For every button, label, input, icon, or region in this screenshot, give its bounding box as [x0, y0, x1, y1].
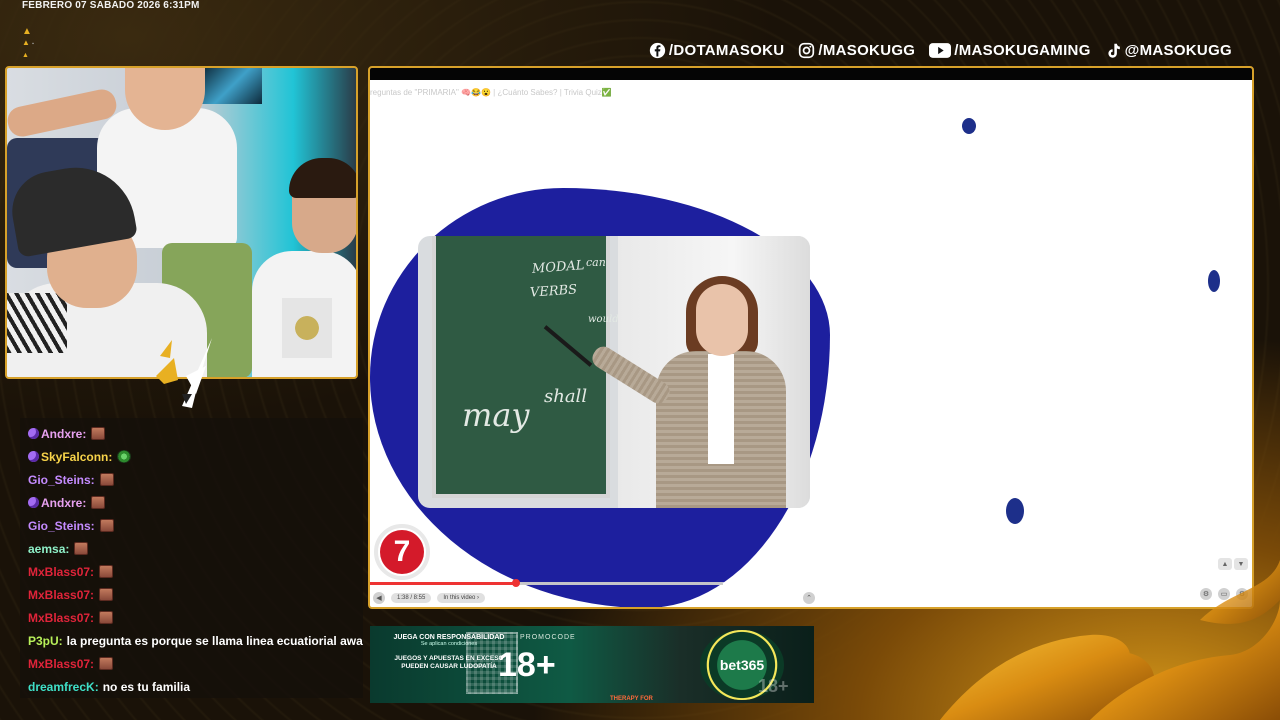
chevron-up-icon[interactable]: ⌃: [803, 592, 816, 604]
social-links: /DOTAMASOKU /MASOKUGG /MASOKUGAMING @MAS…: [649, 42, 1232, 59]
chat-panel: Andxre: SkyFalconn: Gio_Steins: Andxre: Gio_…: [20, 418, 363, 698]
video-player[interactable]: reguntas de "PRIMARIA" 🧠😂😮 | ¿Cuánto Sab…: [368, 66, 1254, 609]
instagram-icon: [798, 42, 815, 59]
teacher-photo: MODAL VERBS may shall can would: [418, 236, 810, 508]
board-word: shall: [544, 386, 588, 407]
chat-username[interactable]: Gio_Steins:: [28, 519, 95, 533]
board-word: may: [462, 396, 530, 434]
teacher-shirt: [708, 354, 734, 464]
chat-username[interactable]: MxBlass07:: [28, 588, 94, 602]
teacher-head: [696, 284, 748, 356]
ad-brand: bet365: [719, 657, 765, 673]
chat-message: SkyFalconn:: [28, 445, 355, 468]
gold-flourish-decoration: [940, 560, 1280, 720]
chat-message: aemsa:: [28, 537, 355, 560]
ad-age-limit: 18+: [498, 646, 556, 684]
ad-promo-label: PROMOCODE: [520, 634, 576, 641]
facebook-handle: /DOTAMASOKU: [668, 42, 785, 59]
chat-message: Andxre:: [28, 491, 355, 514]
chat-message: MxBlass07:: [28, 652, 355, 675]
chat-message: Gio_Steins:: [28, 514, 355, 537]
triangle-icon: ▲: [22, 26, 32, 37]
chat-username[interactable]: aemsa:: [28, 542, 69, 556]
chat-username[interactable]: MxBlass07:: [28, 611, 94, 625]
emote-icon: [117, 450, 132, 463]
question-number-badge: 7: [374, 524, 430, 580]
chat-username[interactable]: Gio_Steins:: [28, 473, 95, 487]
chat-message: Andxre:: [28, 422, 355, 445]
emote-icon: [99, 565, 114, 578]
webcam-feed: [5, 66, 358, 379]
emote-icon: [99, 588, 114, 601]
subscriber-badge-icon: [28, 428, 39, 439]
played-bar: [370, 582, 517, 585]
social-youtube[interactable]: /MASOKUGAMING: [929, 42, 1090, 59]
chalkboard: MODAL VERBS may shall can would: [432, 236, 619, 498]
instagram-handle: /MASOKUGG: [818, 42, 916, 59]
chat-message: MxBlass07:: [28, 606, 355, 629]
shirt-stripes: [7, 293, 67, 353]
youtube-handle: /MASOKUGAMING: [954, 42, 1091, 59]
ad-banner[interactable]: JUEGA CON RESPONSABILIDAD Se aplican con…: [370, 626, 814, 703]
chat-username[interactable]: dreamfrecK:: [28, 680, 99, 694]
chat-username[interactable]: P3pU:: [28, 634, 63, 648]
tiktok-handle: @MASOKUGG: [1124, 42, 1232, 59]
chat-username[interactable]: SkyFalconn:: [41, 450, 112, 464]
emote-icon: [99, 473, 114, 486]
video-title: reguntas de "PRIMARIA" 🧠😂😮 | ¿Cuánto Sab…: [370, 88, 612, 97]
child-hair: [289, 158, 356, 198]
time-display: 1:38 / 8:55: [391, 593, 432, 603]
subscriber-badge-icon: [28, 497, 39, 508]
chat-message: P3pU: la pregunta es porque se llama line…: [28, 629, 363, 652]
youtube-icon: [929, 42, 952, 59]
blue-dot-shape: [1208, 270, 1220, 292]
board-word: can: [586, 256, 606, 269]
wall-poster: [202, 68, 262, 104]
facebook-icon: [649, 42, 666, 59]
emote-icon: [99, 657, 114, 670]
triangle-icon: ▲ ▪: [22, 38, 34, 47]
in-video-label: In this video: [443, 595, 476, 601]
chat-message: dreamfrecK: no es tu familia: [28, 675, 355, 698]
tiktok-icon: [1105, 42, 1122, 59]
ad-bottom-text: THERAPY FOR: [610, 696, 653, 702]
subscriber-badge-icon: [28, 451, 39, 462]
board-word: MODAL: [531, 258, 585, 277]
chat-username[interactable]: MxBlass07:: [28, 565, 94, 579]
in-video-chip[interactable]: In this video ›: [437, 593, 486, 603]
triangle-icon: ▲: [22, 52, 29, 59]
board-word: would: [588, 314, 619, 325]
chat-username[interactable]: Andxre:: [41, 427, 86, 441]
video-top-bar: [370, 68, 1252, 80]
question-number: 7: [380, 530, 424, 574]
emote-icon: [91, 496, 106, 509]
chat-username[interactable]: MxBlass07:: [28, 657, 94, 671]
volume-icon[interactable]: ◀: [373, 592, 385, 604]
decoration-arrows: ▲ ▲ ▪ ▲: [22, 26, 34, 61]
social-tiktok[interactable]: @MASOKUGG: [1105, 42, 1232, 59]
chat-message: Gio_Steins:: [28, 468, 355, 491]
emote-icon: [99, 519, 114, 532]
scrubber-handle[interactable]: [512, 579, 521, 587]
social-facebook[interactable]: /DOTAMASOKU: [649, 42, 785, 59]
blue-dot-shape: [1006, 498, 1024, 524]
board-word: VERBS: [529, 282, 578, 301]
blue-dot-shape: [962, 118, 976, 134]
ad-age-watermark: 18+: [758, 676, 789, 696]
emote-icon: [99, 611, 114, 624]
social-instagram[interactable]: /MASOKUGG: [798, 42, 915, 59]
emote-icon: [74, 542, 89, 555]
shirt-print: [282, 298, 332, 358]
chat-text: la pregunta es porque se llama linea ecu…: [66, 633, 363, 648]
chat-message: MxBlass07:: [28, 583, 355, 606]
chat-username[interactable]: Andxre:: [41, 496, 86, 510]
chat-message: MxBlass07:: [28, 560, 355, 583]
date-time-label: FEBRERO 07 SABADO 2026 6:31PM: [22, 0, 200, 11]
chat-text: no es tu familia: [102, 679, 191, 694]
streamer-logo-icon: [156, 338, 212, 408]
emote-icon: [91, 427, 106, 440]
